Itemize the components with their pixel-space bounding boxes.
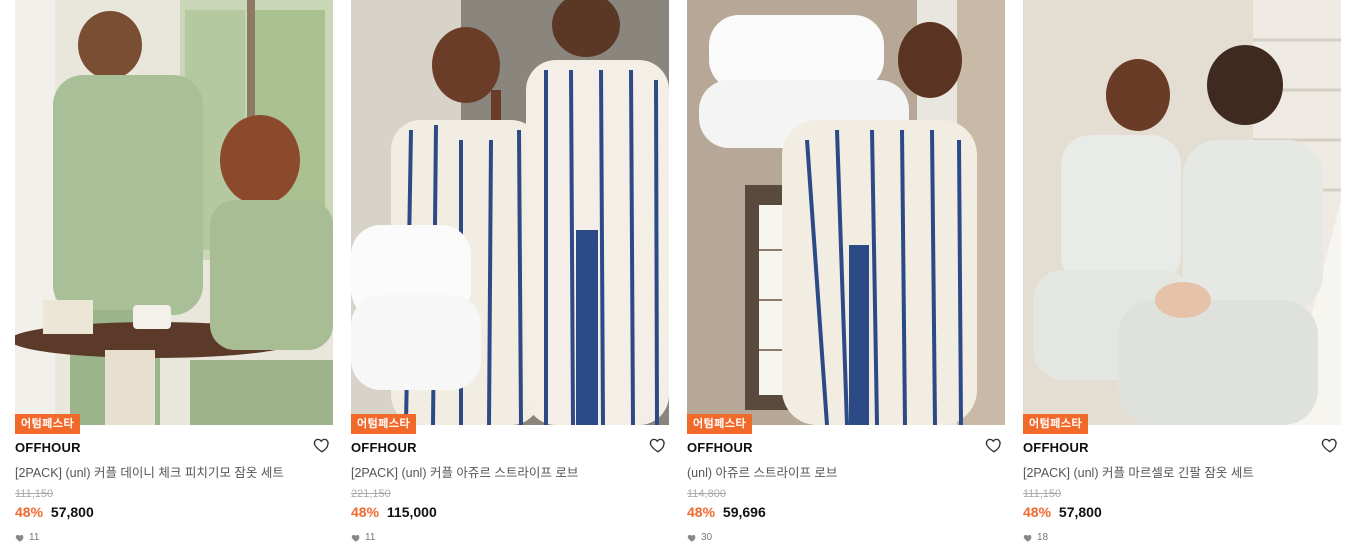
product-name[interactable]: (unl) 아쥬르 스트라이프 로브 (687, 462, 837, 481)
product-card[interactable]: 어텀페스타 OFFHOUR [2PACK] (unl) 커플 마르셀로 긴팔 잠… (1023, 0, 1341, 543)
event-badge: 어텀페스타 (1023, 414, 1089, 434)
event-badge: 어텀페스타 (351, 414, 417, 434)
product-card[interactable]: 어텀페스타 OFFHOUR [2PACK] (unl) 커플 데이니 체크 피치… (15, 0, 333, 543)
product-image[interactable] (687, 0, 1005, 425)
sale-price: 57,800 (50, 504, 94, 520)
product-card[interactable]: 어텀페스타 OFFHOUR [2PACK] (unl) 커플 아쥬르 스트라이프… (351, 0, 669, 543)
like-count: 18 (1023, 532, 1048, 543)
heart-filled-icon (1023, 533, 1033, 543)
product-name[interactable]: [2PACK] (unl) 커플 아쥬르 스트라이프 로브 (351, 462, 578, 481)
like-count: 30 (687, 532, 712, 543)
event-badge: 어텀페스타 (687, 414, 753, 434)
sale-price: 57,800 (1058, 504, 1102, 520)
sale-price: 115,000 (386, 504, 437, 520)
discount-rate: 48% (687, 504, 716, 520)
heart-outline-icon[interactable] (1321, 436, 1339, 454)
product-name[interactable]: [2PACK] (unl) 커플 마르셀로 긴팔 잠옷 세트 (1023, 462, 1254, 481)
product-grid: 어텀페스타 OFFHOUR [2PACK] (unl) 커플 데이니 체크 피치… (0, 0, 1346, 543)
brand-name[interactable]: OFFHOUR (687, 440, 753, 455)
brand-name[interactable]: OFFHOUR (1023, 440, 1089, 455)
original-price: 114,800 (687, 488, 726, 500)
like-count: 11 (15, 532, 39, 543)
like-count-value: 30 (701, 532, 713, 543)
original-price: 221,150 (351, 488, 391, 500)
price-row: 48% 59,696 (687, 504, 766, 520)
heart-filled-icon (15, 533, 25, 543)
sale-price: 59,696 (722, 504, 766, 520)
price-row: 48% 115,000 (351, 504, 437, 520)
price-row: 48% 57,800 (15, 504, 94, 520)
event-badge: 어텀페스타 (15, 414, 81, 434)
original-price: 111,150 (15, 488, 54, 500)
discount-rate: 48% (15, 504, 44, 520)
like-count-value: 18 (1037, 532, 1049, 543)
heart-outline-icon[interactable] (649, 436, 667, 454)
price-row: 48% 57,800 (1023, 504, 1102, 520)
like-count: 11 (351, 532, 375, 543)
heart-outline-icon[interactable] (313, 436, 331, 454)
heart-filled-icon (687, 533, 697, 543)
heart-filled-icon (351, 533, 361, 543)
original-price: 111,150 (1023, 488, 1062, 500)
product-image[interactable] (1023, 0, 1341, 425)
product-image[interactable] (15, 0, 333, 425)
product-image[interactable] (351, 0, 669, 425)
like-count-value: 11 (365, 532, 376, 543)
heart-outline-icon[interactable] (985, 436, 1003, 454)
product-card[interactable]: 어텀페스타 OFFHOUR (unl) 아쥬르 스트라이프 로브 114,800… (687, 0, 1005, 543)
product-name[interactable]: [2PACK] (unl) 커플 데이니 체크 피치기모 잠옷 세트 (15, 462, 284, 481)
brand-name[interactable]: OFFHOUR (351, 440, 417, 455)
discount-rate: 48% (1023, 504, 1052, 520)
like-count-value: 11 (29, 532, 40, 543)
brand-name[interactable]: OFFHOUR (15, 440, 81, 455)
discount-rate: 48% (351, 504, 380, 520)
